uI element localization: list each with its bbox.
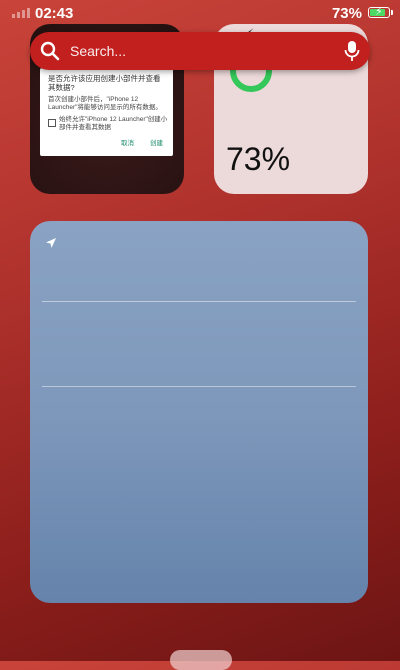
signal-icon bbox=[12, 8, 30, 18]
status-time: 02:43 bbox=[35, 5, 74, 22]
search-bar[interactable]: Search... bbox=[30, 32, 370, 70]
dialog-always-allow[interactable]: 始终允许"iPhone 12 Launcher"创建小部件并查看其数据 bbox=[48, 116, 170, 132]
weather-divider bbox=[42, 386, 356, 387]
dialog-title: 是否允许该应用创建小部件并查看其数据? bbox=[48, 74, 161, 92]
charging-bolt-icon: ⚡ bbox=[375, 6, 383, 18]
weather-divider bbox=[42, 301, 356, 302]
battery-icon: ⚡ bbox=[368, 6, 393, 18]
always-allow-checkbox[interactable] bbox=[48, 119, 56, 127]
battery-widget-percent: 73% bbox=[226, 141, 291, 177]
status-battery-percent: 73% bbox=[331, 5, 362, 22]
dialog-create-button[interactable]: 创建 bbox=[150, 140, 163, 148]
dialog-buttons: 取消 创建 bbox=[121, 140, 163, 148]
always-allow-label: 始终允许"iPhone 12 Launcher"创建小部件并查看其数据 bbox=[59, 116, 168, 131]
weather-widget[interactable] bbox=[30, 221, 368, 603]
search-input[interactable]: Search... bbox=[70, 43, 126, 59]
dialog-body: 首次创建小部件后，"iPhone 12 Launcher"将能够访问显示的所有数… bbox=[48, 96, 162, 111]
search-icon[interactable] bbox=[40, 41, 60, 66]
location-arrow-icon bbox=[45, 236, 57, 254]
widget-permission-dialog: 是否允许该应用创建小部件并查看其数据? 首次创建小部件后，"iPhone 12 … bbox=[40, 68, 173, 156]
status-bar: 02:43 73% ⚡ bbox=[0, 0, 400, 26]
dialog-cancel-button[interactable]: 取消 bbox=[121, 140, 134, 148]
page-indicator-pill[interactable] bbox=[170, 650, 232, 670]
microphone-icon[interactable] bbox=[344, 40, 360, 67]
